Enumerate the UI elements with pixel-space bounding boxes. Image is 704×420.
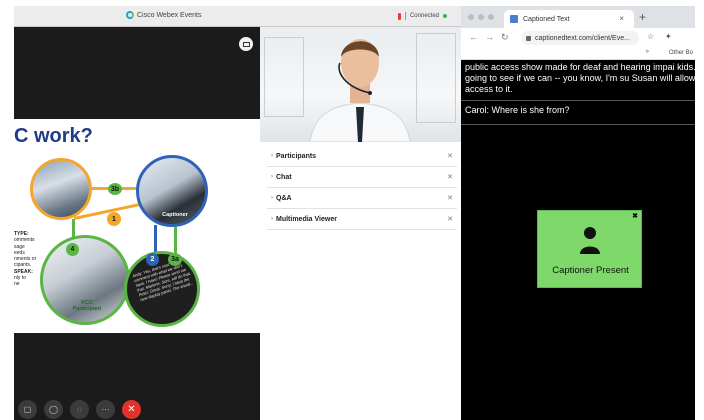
participants-icon: ◯	[49, 404, 58, 414]
panel-qa[interactable]: › Q&A ✕	[267, 188, 457, 209]
meeting-toolbar: ▢ ◯ ◌ ··· ✕	[14, 397, 260, 420]
back-icon[interactable]: ←	[469, 32, 478, 42]
connector-line	[72, 219, 75, 237]
chevron-right-icon: ›	[271, 153, 273, 159]
side-line: ne	[14, 281, 20, 288]
more-icon: ···	[101, 404, 110, 414]
rcc-participant-photo: RCC Participant	[40, 235, 130, 325]
url-text: captionedtext.com/client/Eve...	[535, 34, 630, 42]
layout-toggle-icon[interactable]	[239, 37, 253, 51]
caption-feed: public access show made for deaf and hea…	[461, 60, 695, 130]
browser-tabbar: Captioned Text × +	[461, 6, 695, 28]
captioner-present-label: Captioner Present	[552, 265, 629, 276]
new-tab-icon[interactable]: +	[639, 10, 646, 24]
reload-icon[interactable]: ↻	[501, 32, 509, 43]
rcc-participant-label: RCC Participant	[72, 300, 102, 312]
chevron-right-icon: ›	[271, 216, 273, 222]
url-input[interactable]: captionedtext.com/client/Eve...	[521, 31, 639, 45]
tab-title: Captioned Text	[523, 15, 570, 23]
close-icon[interactable]: ✕	[447, 152, 453, 160]
minimize-window-icon[interactable]	[478, 14, 484, 20]
webex-logo-icon	[126, 11, 134, 19]
close-window-icon[interactable]	[468, 14, 474, 20]
panel-chat[interactable]: › Chat ✕	[267, 167, 457, 188]
connection-status-text: Connected	[409, 13, 439, 19]
chevron-right-icon: ›	[271, 195, 273, 201]
extension-icon[interactable]: ✦	[665, 32, 672, 41]
more-button[interactable]: ···	[96, 399, 115, 419]
participants-button[interactable]: ◯	[44, 399, 63, 419]
captioner-present-card: ✖ Captioner Present	[537, 210, 642, 288]
favicon-icon	[510, 15, 518, 23]
side-panel: › Participants ✕ › Chat ✕ › Q&A ✕ › Mult…	[260, 27, 461, 420]
connected-dot-icon	[443, 14, 447, 18]
chat-snippet: Andy: Yes, that's cool. Meme a comment w…	[131, 256, 194, 303]
panel-label: Q&A	[276, 194, 292, 202]
browser-window: Captioned Text × + ← → ↻ captionedtext.c…	[461, 6, 695, 420]
caption-divider	[461, 124, 695, 125]
window-frame-decor	[416, 33, 456, 123]
panel-label: Chat	[276, 173, 292, 181]
slide-title: C work?	[14, 125, 93, 147]
panel-participants[interactable]: › Participants ✕	[267, 146, 457, 167]
close-icon[interactable]: ✕	[447, 215, 453, 223]
close-icon[interactable]: ✕	[447, 194, 453, 202]
mute-button[interactable]: ▢	[18, 399, 37, 419]
badge-2: 2	[146, 253, 159, 266]
presentation-stage: C work? Captioner RCC Participant Andy: …	[14, 27, 260, 420]
mute-icon: ▢	[23, 404, 32, 414]
badge-3b: 3b	[108, 183, 122, 195]
badge-3a: 3a	[168, 253, 182, 266]
captioner-photo: Captioner	[136, 155, 208, 227]
chat-button[interactable]: ◌	[70, 399, 89, 419]
caption-divider	[461, 100, 695, 101]
window-title: Cisco Webex Events	[126, 11, 201, 19]
captioner-label: Captioner	[162, 212, 188, 218]
chevron-down-icon[interactable]: »	[646, 49, 649, 55]
caption-current-text: Carol: Where is she from?	[465, 105, 570, 115]
mic-indicator-icon	[397, 12, 401, 20]
close-icon: ✕	[127, 403, 136, 415]
chevron-right-icon: ›	[271, 174, 273, 180]
connector-line	[174, 227, 177, 253]
connection-status: Connected	[397, 12, 447, 20]
browser-tab[interactable]: Captioned Text ×	[504, 10, 634, 28]
lock-icon	[526, 35, 531, 41]
status-separator	[404, 12, 406, 20]
chat-icon: ◌	[77, 404, 82, 414]
panel-label: Multimedia Viewer	[276, 215, 337, 223]
panel-multimedia-viewer[interactable]: › Multimedia Viewer ✕	[267, 209, 457, 230]
window-title-text: Cisco Webex Events	[137, 11, 202, 19]
shared-slide: C work? Captioner RCC Participant Andy: …	[14, 119, 260, 333]
close-icon[interactable]: ✖	[632, 212, 638, 220]
chat-transcript-photo: Andy: Yes, that's cool. Meme a comment w…	[124, 251, 200, 327]
user-icon	[580, 227, 600, 254]
address-bar: ← → ↻ captionedtext.com/client/Eve... ☆ …	[461, 28, 695, 48]
window-frame-decor	[264, 37, 304, 117]
maximize-window-icon[interactable]	[488, 14, 494, 20]
other-bookmarks[interactable]: Other Bo	[669, 50, 693, 56]
bookmarks-bar: » Other Bo	[461, 48, 695, 60]
close-tab-icon[interactable]: ×	[619, 14, 624, 23]
speaker-avatar	[309, 39, 411, 142]
webex-titlebar: Cisco Webex Events Connected	[14, 6, 461, 27]
star-icon[interactable]: ☆	[647, 32, 654, 41]
panel-list: › Participants ✕ › Chat ✕ › Q&A ✕ › Mult…	[267, 146, 457, 230]
badge-4: 4	[66, 243, 79, 256]
speaker-video	[260, 27, 461, 142]
webex-window: Cisco Webex Events Connected C work? Cap…	[14, 6, 461, 420]
caption-previous-text: public access show made for deaf and hea…	[465, 62, 695, 94]
close-icon[interactable]: ✕	[447, 173, 453, 181]
forward-icon[interactable]: →	[485, 32, 494, 42]
badge-1: 1	[107, 212, 121, 226]
end-button[interactable]: ✕	[122, 399, 141, 419]
panel-label: Participants	[276, 152, 317, 160]
slide-side-text: TYPE: omments sage eeds nments or cipant…	[14, 231, 44, 288]
office-meeting-photo	[30, 158, 92, 220]
